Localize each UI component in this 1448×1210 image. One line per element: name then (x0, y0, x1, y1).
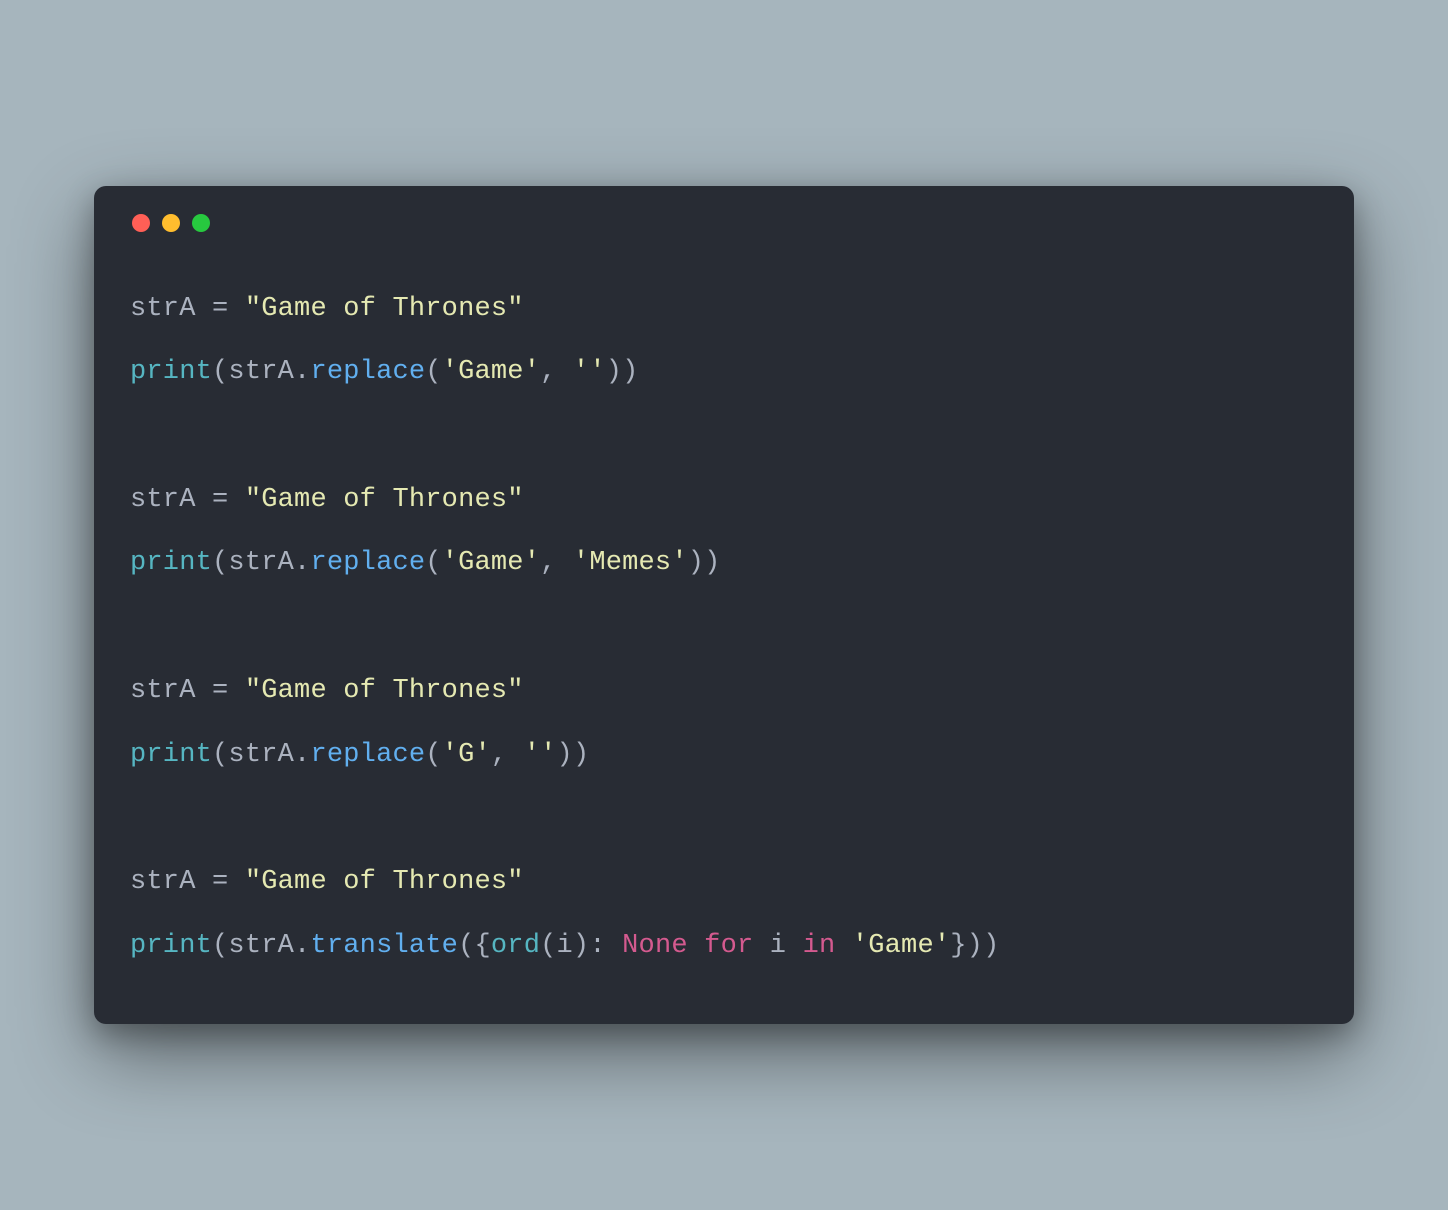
variable: strA (130, 676, 196, 706)
dot: . (294, 357, 310, 387)
comma: , (491, 740, 524, 770)
operator: = (196, 676, 245, 706)
brace: { (474, 931, 490, 961)
brace: } (950, 931, 966, 961)
string-literal: 'Game' (442, 548, 540, 578)
space (835, 931, 851, 961)
paren: ) (967, 931, 983, 961)
paren: ) (573, 931, 589, 961)
paren: ( (212, 931, 228, 961)
paren: ) (983, 931, 999, 961)
string-literal: 'Game' (852, 931, 950, 961)
string-literal: "Game of Thrones" (245, 867, 524, 897)
variable: strA (228, 740, 294, 770)
code-line: print(strA.replace('G', '')) (130, 740, 589, 770)
operator: = (196, 485, 245, 515)
paren: ( (425, 548, 441, 578)
dot: . (294, 931, 310, 961)
space (786, 931, 802, 961)
paren: ) (688, 548, 704, 578)
close-icon[interactable] (132, 214, 150, 232)
variable: strA (130, 867, 196, 897)
traffic-lights (132, 214, 1318, 232)
paren: ) (557, 740, 573, 770)
builtin-ord: ord (491, 931, 540, 961)
variable: strA (228, 931, 294, 961)
paren: ( (212, 357, 228, 387)
operator: = (196, 867, 245, 897)
variable: strA (228, 548, 294, 578)
code-line: strA = "Game of Thrones" (130, 676, 524, 706)
code-line: strA = "Game of Thrones" (130, 485, 524, 515)
colon: : (589, 931, 622, 961)
string-literal: 'Game' (442, 357, 540, 387)
builtin-print: print (130, 740, 212, 770)
string-literal: "Game of Thrones" (245, 294, 524, 324)
string-literal: '' (524, 740, 557, 770)
paren: ( (540, 931, 556, 961)
paren: ( (212, 548, 228, 578)
keyword-for: for (704, 931, 753, 961)
constant-none: None (622, 931, 688, 961)
code-line: strA = "Game of Thrones" (130, 867, 524, 897)
comma: , (540, 548, 573, 578)
comma: , (540, 357, 573, 387)
paren: ( (458, 931, 474, 961)
dot: . (294, 740, 310, 770)
string-literal: 'G' (442, 740, 491, 770)
code-editor[interactable]: strA = "Game of Thrones" print(strA.repl… (130, 278, 1318, 979)
space (688, 931, 704, 961)
builtin-print: print (130, 548, 212, 578)
variable: strA (130, 485, 196, 515)
string-literal: 'Memes' (573, 548, 688, 578)
method: replace (310, 548, 425, 578)
paren: ) (606, 357, 622, 387)
dot: . (294, 548, 310, 578)
string-literal: '' (573, 357, 606, 387)
variable: i (557, 931, 573, 961)
method: replace (310, 740, 425, 770)
builtin-print: print (130, 931, 212, 961)
code-line: print(strA.translate({ord(i): None for i… (130, 931, 999, 961)
string-literal: "Game of Thrones" (245, 676, 524, 706)
variable: strA (130, 294, 196, 324)
code-line: strA = "Game of Thrones" (130, 294, 524, 324)
maximize-icon[interactable] (192, 214, 210, 232)
operator: = (196, 294, 245, 324)
code-line: print(strA.replace('Game', 'Memes')) (130, 548, 721, 578)
code-window: strA = "Game of Thrones" print(strA.repl… (94, 186, 1354, 1025)
paren: ) (573, 740, 589, 770)
paren: ( (212, 740, 228, 770)
keyword-in: in (803, 931, 836, 961)
paren: ) (704, 548, 720, 578)
code-line: print(strA.replace('Game', '')) (130, 357, 639, 387)
paren: ( (425, 740, 441, 770)
variable: i (770, 931, 786, 961)
paren: ) (622, 357, 638, 387)
paren: ( (425, 357, 441, 387)
method: replace (310, 357, 425, 387)
builtin-print: print (130, 357, 212, 387)
minimize-icon[interactable] (162, 214, 180, 232)
variable: strA (228, 357, 294, 387)
string-literal: "Game of Thrones" (245, 485, 524, 515)
space (753, 931, 769, 961)
method: translate (310, 931, 458, 961)
